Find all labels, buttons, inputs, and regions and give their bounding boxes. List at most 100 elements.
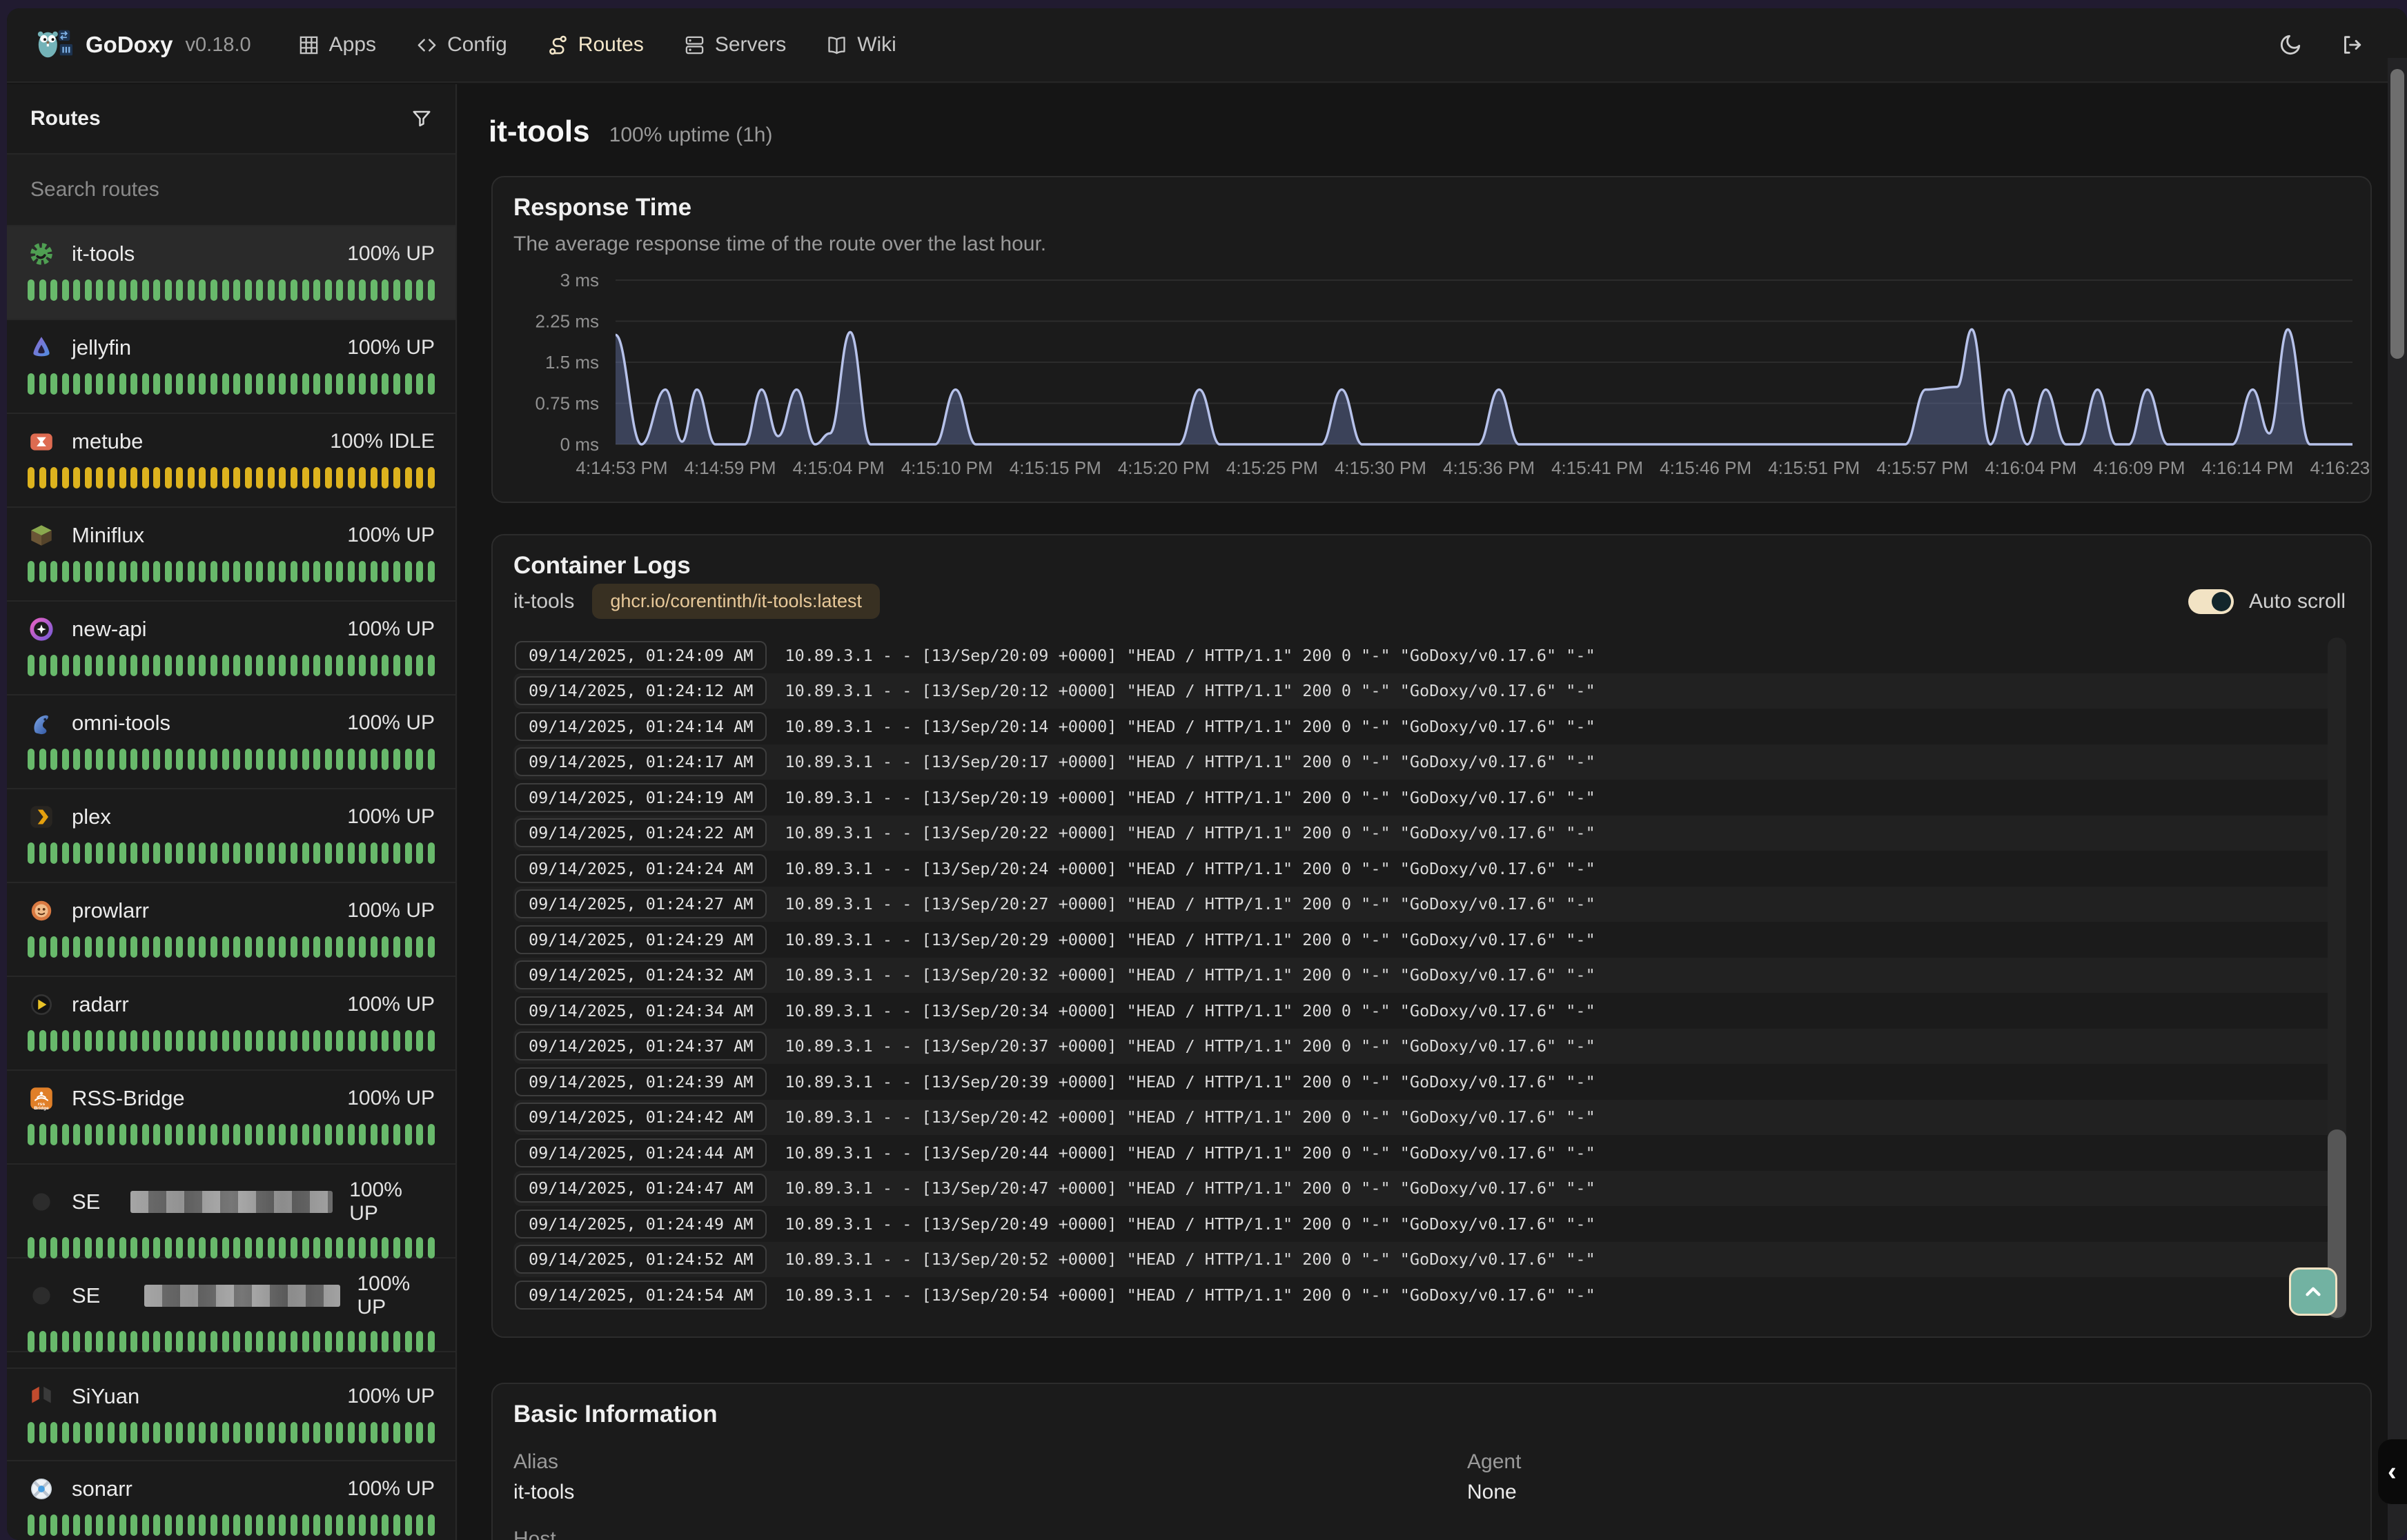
sidebar-route-metube[interactable]: metube100% IDLE [7,414,455,508]
sidebar-route-prowlarr[interactable]: prowlarr100% UP [7,883,455,977]
log-timestamp: 09/14/2025, 01:24:49 AM [515,1210,767,1238]
uptime-bar [279,1124,286,1145]
uptime-bar [62,279,69,301]
uptime-bar [256,842,263,864]
sidebar-route-se-redacted-10[interactable]: SE100% UP [7,1165,455,1258]
sidebar-route-rss-bridge[interactable]: rssBridgeRSS-Bridge100% UP [7,1071,455,1165]
uptime-bar [359,1237,366,1258]
uptime-bar [279,1237,286,1258]
sidebar-route-new-api[interactable]: new-api100% UP [7,602,455,695]
uptime-bar [268,842,275,864]
uptime-bar [416,561,423,582]
uptime-bar [245,1124,252,1145]
uptime-bar [210,936,217,958]
uptime-bar [130,373,137,395]
sidebar-route-se-redacted-11[interactable]: SE100% UP [7,1258,455,1352]
sidebar-route-sonarr[interactable]: sonarr100% UP [7,1461,455,1540]
uptime-bar [302,842,309,864]
uptime-bar [62,1331,69,1352]
uptime-bar [176,1124,183,1145]
filter-funnel-icon[interactable] [411,108,432,129]
page-title: it-tools [489,115,590,149]
uptime-bar [233,1030,240,1052]
sidebar-route-siyuan[interactable]: SiYuan100% UP [7,1368,455,1461]
uptime-bar [336,1237,343,1258]
log-row: 09/14/2025, 01:24:32 AM10.89.3.1 - - [13… [513,958,2342,994]
uptime-bars [28,467,435,488]
uptime-bar [50,936,57,958]
nav-item-routes[interactable]: Routes [547,33,644,57]
nav-item-wiki[interactable]: Wiki [826,33,896,57]
x-axis-tick-label: 4:15:46 PM [1660,457,1751,478]
uptime-bar [142,373,149,395]
uptime-bar [405,655,412,676]
uptime-bar [325,279,332,301]
uptime-bar [313,749,320,770]
log-row: 09/14/2025, 01:24:42 AM10.89.3.1 - - [13… [513,1100,2342,1136]
uptime-bar [153,1124,160,1145]
uptime-bar [302,1331,309,1352]
uptime-bar [268,279,275,301]
sidebar-route-jellyfin[interactable]: jellyfin100% UP [7,320,455,414]
uptime-bar [382,467,389,488]
uptime-bar [50,1237,57,1258]
uptime-bar [222,1237,229,1258]
uptime-bar [313,936,320,958]
uptime-bars [28,749,435,770]
uptime-bar [165,1514,172,1536]
uptime-bar [62,842,69,864]
uptime-bar [428,1422,435,1443]
x-axis-tick-label: 4:15:20 PM [1118,457,1210,478]
uptime-bar [268,1331,275,1352]
uptime-bar [371,655,377,676]
basic-information-card: Basic Information Aliasit-toolsAgentNone… [491,1383,2372,1540]
autoscroll-toggle[interactable] [2188,589,2234,614]
nav-item-config[interactable]: Config [416,33,507,57]
uptime-bar [245,467,252,488]
scroll-to-top-button[interactable] [2289,1267,2337,1316]
uptime-bar [256,936,263,958]
uptime-bar [210,561,217,582]
uptime-bar [96,749,103,770]
theme-toggle-moon-icon[interactable] [2279,33,2302,57]
logout-icon[interactable] [2339,33,2363,57]
uptime-bar [393,279,400,301]
uptime-bar [85,467,92,488]
panel-collapse-button[interactable]: ‹ [2378,1439,2407,1504]
uptime-bar [302,561,309,582]
nav-item-apps[interactable]: Apps [298,33,376,57]
uptime-bar [96,1331,103,1352]
search-routes-input[interactable] [7,178,455,201]
route-name: new-api [72,617,147,642]
page-scrollbar-thumb[interactable] [2390,69,2404,359]
uptime-bar [176,749,183,770]
uptime-bar [233,1331,240,1352]
log-row: 09/14/2025, 01:24:39 AM10.89.3.1 - - [13… [513,1064,2342,1100]
nav-item-servers[interactable]: Servers [684,33,786,57]
sidebar-route-miniflux[interactable]: Miniflux100% UP [7,508,455,602]
uptime-bar [165,561,172,582]
uptime-bar [256,1331,263,1352]
uptime-bar [279,936,286,958]
uptime-bar [50,749,57,770]
uptime-bars [28,373,435,395]
uptime-bar [428,842,435,864]
sidebar-route-radarr[interactable]: radarr100% UP [7,977,455,1071]
uptime-bar [39,373,46,395]
uptime-bar [50,1331,57,1352]
uptime-bar [291,1422,297,1443]
uptime-bar [85,373,92,395]
sidebar-route-omni-tools[interactable]: omni-tools100% UP [7,695,455,789]
sidebar-route-plex[interactable]: plex100% UP [7,789,455,883]
uptime-bar [405,1124,412,1145]
uptime-bar [382,655,389,676]
uptime-bar [188,749,195,770]
uptime-bar [96,467,103,488]
info-field-agent: AgentNone [1467,1450,2343,1504]
route-status-badge: 100% UP [347,1087,435,1110]
uptime-bar [62,1030,69,1052]
route-name: SE [72,1189,100,1214]
routes-sidebar: Routes it-tools100% UPjellyfin100% UPmet… [7,84,457,1540]
uptime-bar [393,1124,400,1145]
sidebar-route-it-tools[interactable]: it-tools100% UP [7,226,455,320]
